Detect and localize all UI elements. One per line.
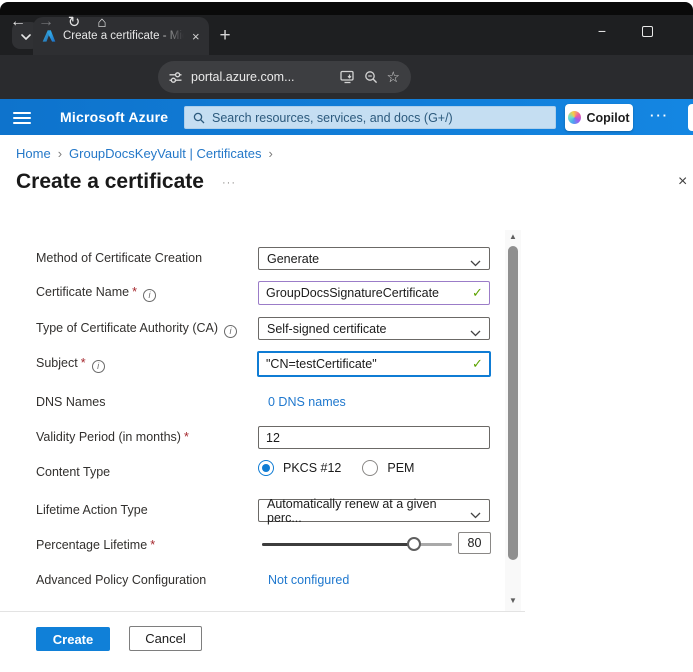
breadcrumb-home[interactable]: Home [16,146,51,161]
radio-pem-label: PEM [387,461,414,475]
azure-search-placeholder: Search resources, services, and docs (G+… [212,111,453,125]
scroll-up-icon[interactable]: ▲ [505,232,521,241]
chevron-down-icon [470,326,481,340]
percentage-input[interactable] [458,532,491,554]
validity-label: Validity Period (in months)* [36,430,189,444]
breadcrumb-separator-icon: › [268,146,272,161]
ca-type-value: Self-signed certificate [267,322,387,336]
copilot-icon [568,111,581,124]
new-tab-button[interactable]: + [212,23,238,49]
back-icon[interactable]: ← [6,10,30,34]
info-icon: i [143,289,156,302]
scrollbar-thumb[interactable] [508,246,518,560]
bookmark-star-icon[interactable]: ☆ [387,68,400,86]
method-label: Method of Certificate Creation [36,251,202,265]
home-icon[interactable]: ⌂ [90,10,114,34]
valid-check-icon: ✓ [472,285,483,301]
address-bar[interactable]: portal.azure.com... ☆ [158,61,411,93]
breadcrumb-separator-icon: › [58,146,62,161]
radio-pkcs12-label: PKCS #12 [283,461,341,475]
cert-name-label: Certificate Name*i [36,285,156,302]
content-type-radio-group: PKCS #12 PEM [258,460,426,476]
forward-icon[interactable]: → [34,10,58,34]
dns-names-link[interactable]: 0 DNS names [268,395,346,409]
chevron-down-icon [470,256,481,270]
lifetime-action-value: Automatically renew at a given perc... [267,497,467,525]
site-settings-icon[interactable] [169,71,182,84]
send-to-device-icon[interactable] [340,70,355,84]
url-text[interactable]: portal.azure.com... [191,70,331,84]
close-icon[interactable]: × [678,173,687,191]
search-icon [193,112,205,124]
refresh-icon[interactable]: ↻ [62,10,86,34]
ca-type-select[interactable]: Self-signed certificate [258,317,490,340]
percentage-slider-thumb[interactable] [407,537,421,551]
radio-pem[interactable] [362,460,378,476]
copilot-button[interactable]: Copilot [565,104,633,131]
header-more-icon[interactable]: ··· [650,99,669,135]
title-more-icon[interactable]: ··· [222,177,236,189]
advanced-policy-link[interactable]: Not configured [268,573,349,587]
browser-tab-active[interactable]: Create a certificate - Microsoft A × [33,17,209,55]
tab-close-icon[interactable]: × [192,30,200,43]
subject-label: Subject*i [36,356,105,373]
ca-type-label: Type of Certificate Authority (CA)i [36,321,237,338]
cert-name-input[interactable] [258,281,490,305]
page-title: Create a certificate [16,170,204,194]
validity-input[interactable] [258,426,490,449]
chevron-down-icon [470,508,481,522]
content-type-label: Content Type [36,465,110,479]
percentage-lifetime-label: Percentage Lifetime* [36,538,155,552]
advanced-policy-label: Advanced Policy Configuration [36,573,206,587]
menu-hamburger-icon[interactable] [13,112,31,124]
header-partial-button [688,104,693,131]
valid-check-icon: ✓ [472,356,483,372]
dns-names-label: DNS Names [36,395,105,409]
zoom-icon[interactable] [364,70,378,84]
scroll-down-icon[interactable]: ▼ [505,596,521,605]
percentage-slider[interactable] [262,543,452,546]
minimize-button[interactable]: − [593,22,611,40]
breadcrumb-keyvault[interactable]: GroupDocsKeyVault | Certificates [69,146,261,161]
footer-divider [0,611,525,612]
subject-input[interactable] [257,351,491,377]
cancel-button[interactable]: Cancel [129,626,202,651]
azure-search-input[interactable]: Search resources, services, and docs (G+… [184,106,556,129]
method-select[interactable]: Generate [258,247,490,270]
info-icon: i [92,360,105,373]
azure-brand[interactable]: Microsoft Azure [60,99,168,135]
maximize-button[interactable] [642,26,653,37]
browser-window: Create a certificate - Microsoft A × + −… [0,0,693,672]
create-button[interactable]: Create [36,627,110,651]
lifetime-action-select[interactable]: Automatically renew at a given perc... [258,499,490,522]
copilot-label: Copilot [586,111,629,125]
percentage-slider-fill [262,543,414,546]
info-icon: i [224,325,237,338]
lifetime-action-label: Lifetime Action Type [36,503,148,517]
breadcrumb: Home › GroupDocsKeyVault | Certificates › [16,146,280,161]
radio-pkcs12[interactable] [258,460,274,476]
method-value: Generate [267,252,319,266]
